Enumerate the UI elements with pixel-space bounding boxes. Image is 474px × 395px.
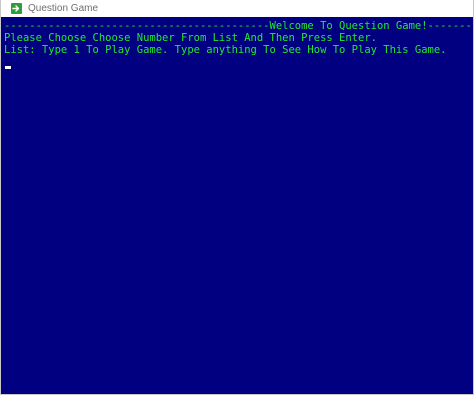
- title-bar[interactable]: Question Game: [1, 0, 473, 17]
- console-window: Question Game --------------------------…: [0, 0, 474, 395]
- window-title: Question Game: [28, 3, 99, 14]
- input-cursor[interactable]: [5, 66, 11, 69]
- console-app-icon: [11, 3, 22, 14]
- options-line: List: Type 1 To Play Game. Type anything…: [4, 44, 447, 56]
- console-output[interactable]: ----------------------------------------…: [1, 17, 473, 394]
